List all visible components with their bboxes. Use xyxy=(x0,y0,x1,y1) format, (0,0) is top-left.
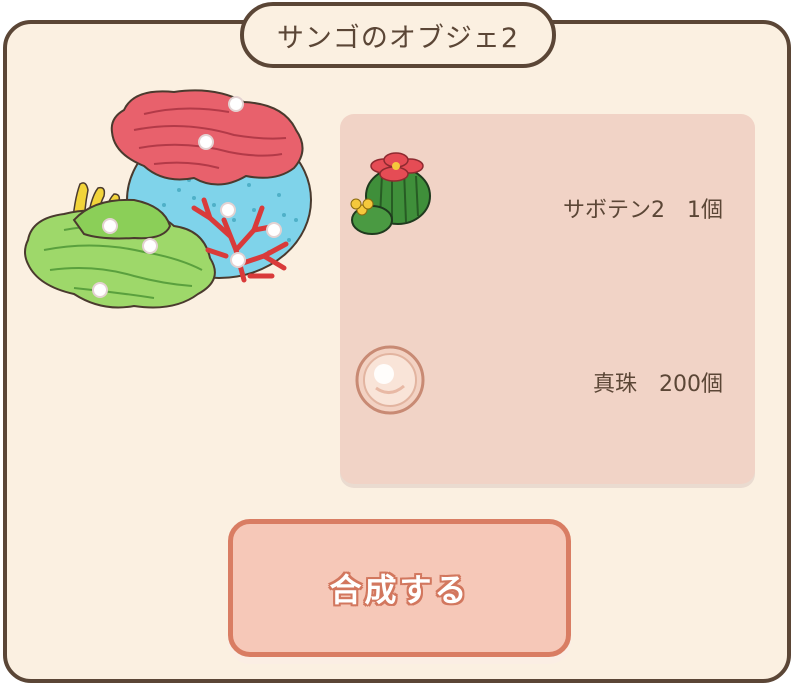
dialog-title: サンゴのオブジェ2 xyxy=(276,22,520,54)
material-row: 真珠 200個 xyxy=(340,336,755,426)
cactus-icon xyxy=(348,152,434,242)
craft-button[interactable]: 合成する xyxy=(228,519,571,657)
material-label: サボテン2 1個 xyxy=(563,198,723,223)
material-label: 真珠 200個 xyxy=(593,372,723,397)
pearl-icon xyxy=(354,344,426,420)
coral-object-icon xyxy=(14,80,314,330)
materials-panel: サボテン2 1個 真珠 200個 xyxy=(340,114,755,484)
dialog-title-tab: サンゴのオブジェ2 xyxy=(240,2,556,68)
material-row: サボテン2 1個 xyxy=(340,152,755,252)
craft-button-label: 合成する xyxy=(329,571,470,609)
